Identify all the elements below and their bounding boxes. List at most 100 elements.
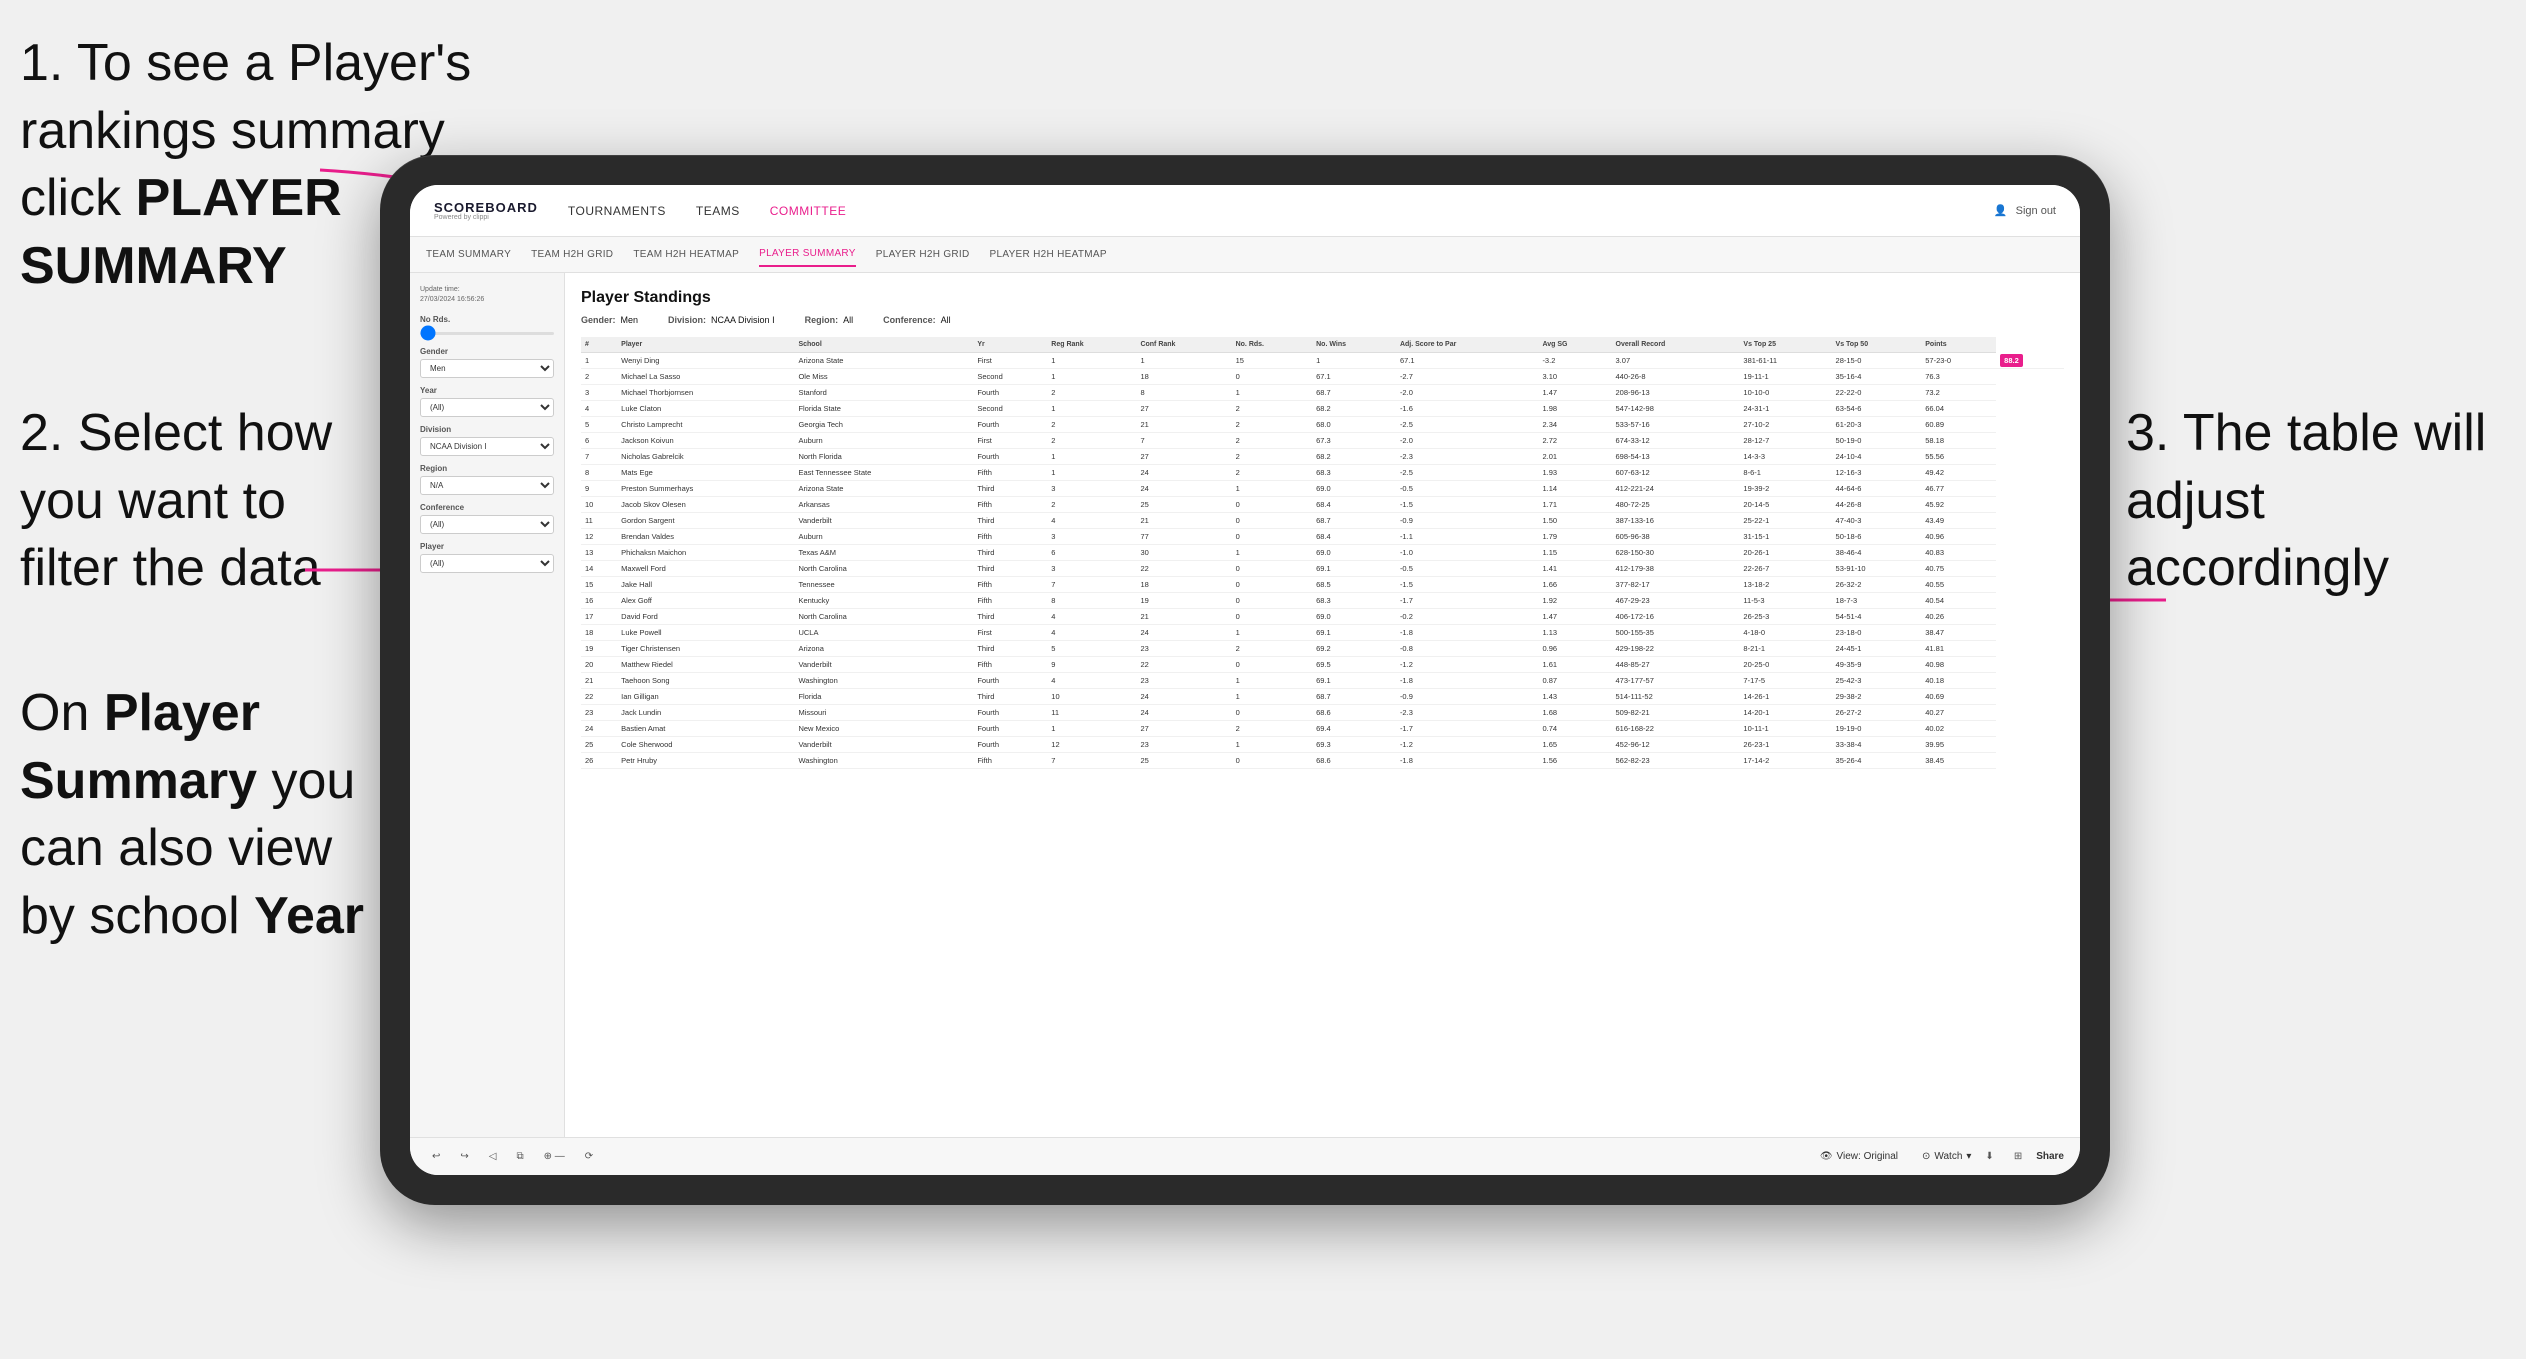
table-cell: 8 bbox=[581, 465, 617, 481]
table-cell: 40.55 bbox=[1921, 577, 1996, 593]
gender-control: Gender Men bbox=[420, 347, 554, 378]
table-cell: 2 bbox=[581, 369, 617, 385]
col-points: Points bbox=[1921, 337, 1996, 353]
table-cell: 68.7 bbox=[1312, 385, 1396, 401]
toolbar-share[interactable]: Share bbox=[2036, 1151, 2064, 1162]
toolbar-grid[interactable]: ⊞ bbox=[2008, 1148, 2028, 1165]
table-cell: 698-54-13 bbox=[1612, 449, 1740, 465]
table-cell: 18-7-3 bbox=[1832, 593, 1922, 609]
nav-tournaments[interactable]: TOURNAMENTS bbox=[568, 204, 666, 218]
toolbar-back[interactable]: ◁ bbox=[483, 1148, 503, 1165]
table-cell: Georgia Tech bbox=[794, 417, 973, 433]
table-cell: 43.49 bbox=[1921, 513, 1996, 529]
nav-logo: SCOREBOARD Powered by clippi bbox=[434, 201, 538, 221]
table-cell: 0 bbox=[1232, 577, 1313, 593]
toolbar-download[interactable]: ⬇ bbox=[1979, 1148, 1999, 1165]
table-cell: 1.56 bbox=[1538, 753, 1611, 769]
table-cell: 1 bbox=[1312, 353, 1396, 369]
table-cell: 2.72 bbox=[1538, 433, 1611, 449]
table-cell: -0.5 bbox=[1396, 561, 1539, 577]
no-rds-slider[interactable] bbox=[420, 332, 554, 335]
table-cell: 0 bbox=[1232, 561, 1313, 577]
table-row: 21Taehoon SongWashingtonFourth423169.1-1… bbox=[581, 673, 2064, 689]
table-cell: 3 bbox=[1047, 529, 1136, 545]
table-cell: 20-14-5 bbox=[1739, 497, 1831, 513]
table-cell: 69.4 bbox=[1312, 721, 1396, 737]
table-cell: 1.13 bbox=[1538, 625, 1611, 641]
gender-label: Gender bbox=[420, 347, 554, 356]
sidebar-update: Update time: 27/03/2024 16:56:26 bbox=[420, 285, 554, 305]
table-cell: 67.1 bbox=[1312, 369, 1396, 385]
filter-region: Region: All bbox=[805, 315, 854, 325]
nav-committee[interactable]: COMMITTEE bbox=[770, 204, 847, 218]
table-cell: 674-33-12 bbox=[1612, 433, 1740, 449]
table-cell: 1 bbox=[1047, 721, 1136, 737]
table-cell: 68.2 bbox=[1312, 401, 1396, 417]
toolbar-watch[interactable]: ⊙ Watch ▾ bbox=[1922, 1151, 1971, 1162]
table-cell: 41.81 bbox=[1921, 641, 1996, 657]
table-cell: First bbox=[973, 353, 1047, 369]
table-cell: 4-18-0 bbox=[1739, 625, 1831, 641]
table-cell: 10 bbox=[581, 497, 617, 513]
table-cell: -0.8 bbox=[1396, 641, 1539, 657]
table-cell: 2 bbox=[1232, 433, 1313, 449]
table-cell: 19-19-0 bbox=[1832, 721, 1922, 737]
table-cell: 67.1 bbox=[1396, 353, 1539, 369]
table-filters: Gender: Men Division: NCAA Division I Re… bbox=[581, 315, 2064, 325]
table-cell: -2.5 bbox=[1396, 417, 1539, 433]
table-cell: Preston Summerhays bbox=[617, 481, 794, 497]
table-cell: Texas A&M bbox=[794, 545, 973, 561]
nav-teams[interactable]: TEAMS bbox=[696, 204, 740, 218]
view-icon: 👁 bbox=[1820, 1151, 1833, 1162]
table-cell: 1.43 bbox=[1538, 689, 1611, 705]
sub-nav-player-summary[interactable]: PLAYER SUMMARY bbox=[759, 242, 856, 267]
table-cell: 0 bbox=[1232, 369, 1313, 385]
table-cell: 377-82-17 bbox=[1612, 577, 1740, 593]
player-select[interactable]: (All) bbox=[420, 554, 554, 573]
table-cell: 38.47 bbox=[1921, 625, 1996, 641]
year-select[interactable]: (All) bbox=[420, 398, 554, 417]
sub-nav-player-h2h-grid[interactable]: PLAYER H2H GRID bbox=[876, 243, 970, 266]
conference-select[interactable]: (All) bbox=[420, 515, 554, 534]
table-cell: 18 bbox=[581, 625, 617, 641]
table-cell: 17-14-2 bbox=[1739, 753, 1831, 769]
toolbar-undo[interactable]: ↩ bbox=[426, 1148, 446, 1165]
table-row: 19Tiger ChristensenArizonaThird523269.2-… bbox=[581, 641, 2064, 657]
region-control: Region N/A bbox=[420, 464, 554, 495]
region-select[interactable]: N/A bbox=[420, 476, 554, 495]
sub-nav-team-h2h-grid[interactable]: TEAM H2H GRID bbox=[531, 243, 613, 266]
division-select[interactable]: NCAA Division I bbox=[420, 437, 554, 456]
table-cell: 30 bbox=[1136, 545, 1231, 561]
table-cell: 14-3-3 bbox=[1739, 449, 1831, 465]
sub-nav-team-summary[interactable]: TEAM SUMMARY bbox=[426, 243, 511, 266]
table-cell: -1.7 bbox=[1396, 593, 1539, 609]
table-cell: Nicholas Gabrelcik bbox=[617, 449, 794, 465]
table-cell: 1.50 bbox=[1538, 513, 1611, 529]
table-cell: Third bbox=[973, 609, 1047, 625]
table-cell: Alex Goff bbox=[617, 593, 794, 609]
table-cell: 50-19-0 bbox=[1832, 433, 1922, 449]
gender-select[interactable]: Men bbox=[420, 359, 554, 378]
toolbar-redo[interactable]: ↪ bbox=[454, 1148, 474, 1165]
table-cell: -0.2 bbox=[1396, 609, 1539, 625]
table-cell: -1.0 bbox=[1396, 545, 1539, 561]
table-cell: 45.92 bbox=[1921, 497, 1996, 513]
table-cell: 1.92 bbox=[1538, 593, 1611, 609]
toolbar-paste[interactable]: ⊕ — bbox=[538, 1148, 571, 1165]
table-cell: 61-20-3 bbox=[1832, 417, 1922, 433]
table-cell: 66.04 bbox=[1921, 401, 1996, 417]
table-cell: 68.0 bbox=[1312, 417, 1396, 433]
table-cell: Jack Lundin bbox=[617, 705, 794, 721]
table-cell: 24 bbox=[1136, 689, 1231, 705]
watch-icon: ⊙ bbox=[1922, 1151, 1930, 1162]
table-cell: 2 bbox=[1047, 433, 1136, 449]
table-cell: 7 bbox=[1136, 433, 1231, 449]
table-cell: 452-96-12 bbox=[1612, 737, 1740, 753]
sub-nav-player-h2h-heatmap[interactable]: PLAYER H2H HEATMAP bbox=[990, 243, 1107, 266]
toolbar-copy[interactable]: ⧉ bbox=[510, 1148, 529, 1165]
sign-out-link[interactable]: Sign out bbox=[2016, 205, 2056, 217]
toolbar-refresh[interactable]: ⟳ bbox=[579, 1148, 599, 1165]
table-cell: 0.74 bbox=[1538, 721, 1611, 737]
table-row: 3Michael ThorbjornsenStanfordFourth28168… bbox=[581, 385, 2064, 401]
sub-nav-team-h2h-heatmap[interactable]: TEAM H2H HEATMAP bbox=[633, 243, 739, 266]
